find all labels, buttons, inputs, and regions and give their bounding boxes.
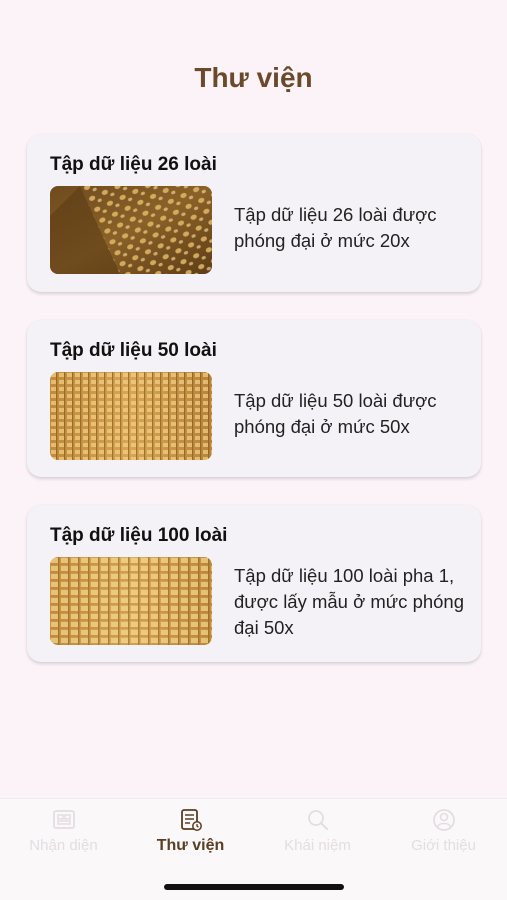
dataset-card-50[interactable]: Tập dữ liệu 50 loài Tập dữ liệu 50 loài … (27, 320, 481, 477)
tab-about[interactable]: Giới thiệu (380, 805, 507, 869)
library-icon (180, 809, 202, 831)
card-description: Tập dữ liệu 100 loài pha 1, được lấy mẫu… (234, 565, 465, 638)
card-title: Tập dữ liệu 100 loài (50, 525, 228, 546)
card-title: Tập dữ liệu 26 loài (50, 154, 217, 175)
dataset-card-26[interactable]: Tập dữ liệu 26 loài Tập dữ liệu 26 loài … (27, 134, 481, 292)
dataset-card-100[interactable]: Tập dữ liệu 100 loài Tập dữ liệu 100 loà… (27, 505, 481, 662)
wood-thumbnail-image (50, 372, 212, 460)
tab-recognition[interactable]: Nhận diện (0, 805, 127, 869)
card-title: Tập dữ liệu 50 loài (50, 340, 217, 361)
profile-icon (432, 809, 455, 831)
page-title: Thư viện (194, 62, 313, 93)
tab-label: Nhận diện (29, 837, 98, 854)
home-indicator[interactable] (164, 884, 344, 890)
wood-thumbnail-image (50, 186, 212, 274)
card-description: Tập dữ liệu 26 loài được phóng đại ở mức… (234, 204, 437, 251)
tab-label: Thư viện (156, 837, 225, 854)
scan-icon (52, 810, 75, 829)
tab-library[interactable]: Thư viện (127, 805, 254, 869)
tab-label: Giới thiệu (411, 837, 476, 854)
tab-label: Khái niệm (284, 837, 351, 854)
wood-thumbnail-image (50, 557, 212, 645)
search-icon (307, 810, 328, 830)
card-description: Tập dữ liệu 50 loài được phóng đại ở mức… (234, 390, 437, 437)
status-bar (0, 0, 507, 50)
tab-concepts[interactable]: Khái niệm (254, 805, 381, 869)
